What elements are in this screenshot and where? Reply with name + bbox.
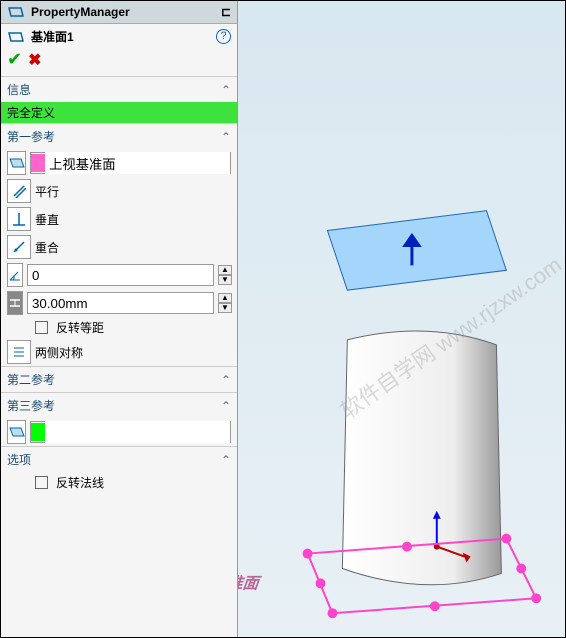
property-manager-panel: PropertyManager ⊏ 基准面1 ? ✔ ✖ 信息 ⌃ 完全定义 第… <box>1 1 238 637</box>
feature-title-row: 基准面1 ? <box>1 24 237 49</box>
status-badge: 完全定义 <box>1 102 237 123</box>
panel-header: PropertyManager ⊏ <box>1 1 237 24</box>
angle-down[interactable]: ▼ <box>218 275 232 285</box>
help-button[interactable]: ? <box>216 29 231 44</box>
cancel-button[interactable]: ✖ <box>28 50 41 70</box>
3d-viewport[interactable]: 上视基准面 软件自学网 www.rjzxw.com <box>238 1 565 637</box>
coincident-label: 重合 <box>35 239 231 256</box>
parallel-label: 平行 <box>35 183 231 200</box>
chevron-up-icon: ⌃ <box>221 453 231 467</box>
chevron-up-icon: ⌃ <box>221 130 231 144</box>
flip-offset-checkbox[interactable] <box>35 321 48 334</box>
midplane-label: 两侧对称 <box>35 344 231 361</box>
flip-normal-label: 反转法线 <box>56 474 231 491</box>
options-header[interactable]: 选项 ⌃ <box>1 447 237 472</box>
green-swatch <box>31 423 45 441</box>
chevron-up-icon: ⌃ <box>221 399 231 413</box>
chevron-up-icon: ⌃ <box>221 373 231 387</box>
pin-icon[interactable]: ⊏ <box>221 5 231 19</box>
flip-offset-label: 反转等距 <box>56 319 231 336</box>
perpendicular-label: 垂直 <box>35 211 231 228</box>
chevron-up-icon: ⌃ <box>221 83 231 97</box>
angle-icon[interactable] <box>7 263 23 287</box>
ref2-header[interactable]: 第二参考 ⌃ <box>1 367 237 392</box>
pink-swatch <box>31 154 45 172</box>
offset-input[interactable] <box>27 292 214 314</box>
ref1-entity-input[interactable] <box>45 152 230 174</box>
perpendicular-icon[interactable] <box>7 207 31 231</box>
ok-button[interactable]: ✔ <box>7 49 22 70</box>
entity-icon[interactable] <box>7 151 26 175</box>
angle-input[interactable] <box>27 264 214 286</box>
angle-up[interactable]: ▲ <box>218 265 232 275</box>
plane-label: 上视基准面 <box>238 574 263 592</box>
midplane-icon[interactable] <box>7 340 31 364</box>
plane-icon <box>7 29 25 45</box>
3d-scene: 上视基准面 软件自学网 www.rjzxw.com <box>238 1 565 637</box>
parallel-icon[interactable] <box>7 179 31 203</box>
flip-normal-checkbox[interactable] <box>35 476 48 489</box>
plane-icon <box>7 4 25 20</box>
info-header[interactable]: 信息 ⌃ <box>1 77 237 102</box>
coincident-icon[interactable] <box>7 235 31 259</box>
offset-up[interactable]: ▲ <box>218 293 232 303</box>
feature-name: 基准面1 <box>31 28 74 45</box>
ref1-header[interactable]: 第一参考 ⌃ <box>1 124 237 149</box>
ref3-entity-input[interactable] <box>45 421 230 443</box>
panel-title: PropertyManager <box>31 5 130 19</box>
offset-plane <box>327 211 506 291</box>
offset-down[interactable]: ▼ <box>218 303 232 313</box>
offset-icon[interactable] <box>7 291 23 315</box>
ref3-header[interactable]: 第三参考 ⌃ <box>1 393 237 418</box>
ref3-entity-icon[interactable] <box>7 420 26 444</box>
